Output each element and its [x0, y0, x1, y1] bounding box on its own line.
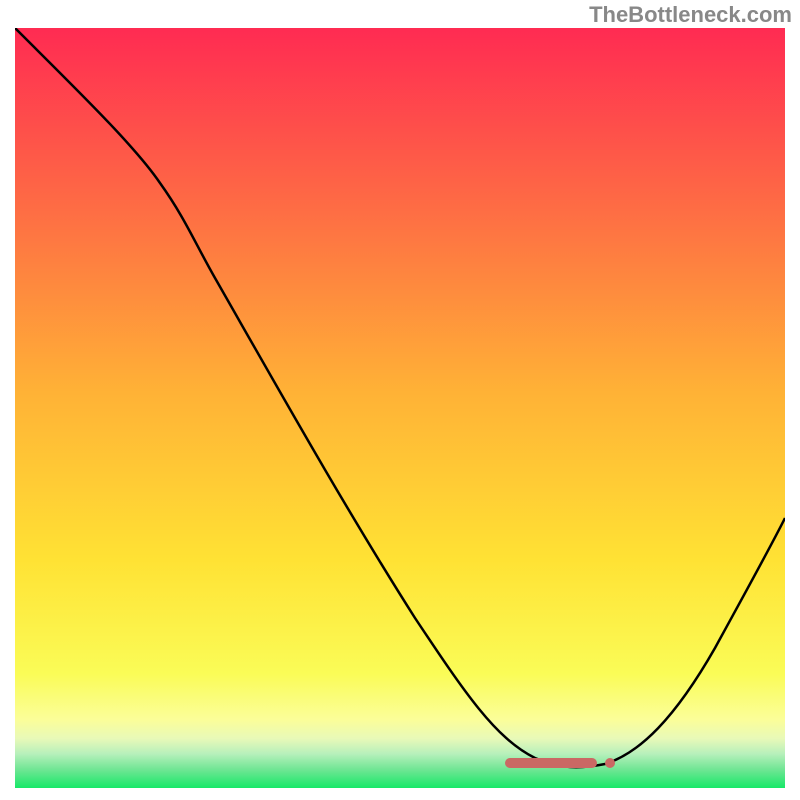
optimum-marker-dot: [605, 758, 615, 768]
plot-area: [15, 28, 785, 788]
chart-container: TheBottleneck.com: [0, 0, 800, 800]
chart-curve: [15, 28, 785, 788]
watermark-text: TheBottleneck.com: [589, 2, 792, 28]
optimum-marker: [505, 758, 597, 768]
